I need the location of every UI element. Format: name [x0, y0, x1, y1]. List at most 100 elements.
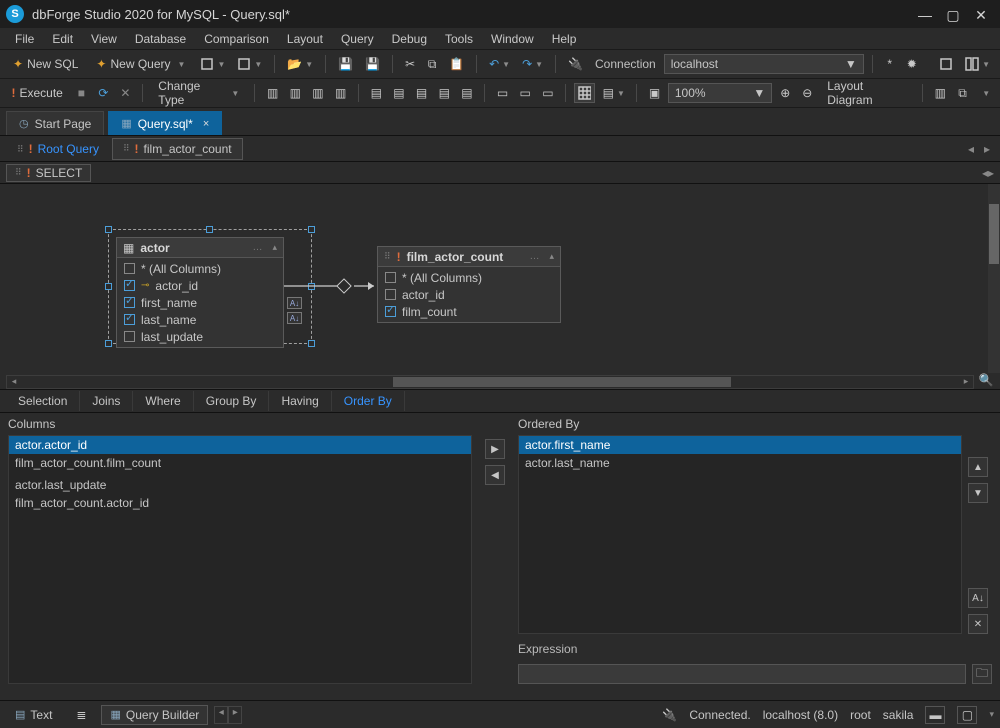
execute-button[interactable]: ! Execute [6, 83, 68, 103]
bottom-tab-selection[interactable]: Selection [6, 391, 80, 411]
tb-b3[interactable]: ▤ [412, 83, 431, 103]
toolbar-icon-2[interactable]: ▼ [233, 54, 266, 74]
tb-a3[interactable]: ▥ [309, 83, 328, 103]
tb-f3[interactable]: ▼ [976, 83, 994, 103]
copy-button[interactable]: ⧉ [423, 54, 441, 74]
move-left-button[interactable]: ◀ [485, 465, 505, 485]
new-query-button[interactable]: ✦ New Query ▼ [89, 54, 192, 74]
menu-comparison[interactable]: Comparison [195, 30, 278, 48]
tb-b4[interactable]: ▤ [435, 83, 454, 103]
column-row[interactable]: last_update [121, 328, 279, 345]
zoom-dropdown[interactable]: 100% ▼ [668, 83, 772, 103]
sort-button-2[interactable]: A↓ [287, 312, 302, 324]
tb-f2[interactable]: ⧉ [954, 83, 972, 103]
remove-button[interactable]: ✕ [968, 614, 988, 634]
expression-input[interactable] [518, 664, 966, 684]
scroll-right-icon[interactable]: ▸ [959, 376, 973, 388]
toolbar-end2[interactable]: ▼ [961, 54, 994, 74]
menu-layout[interactable]: Layout [278, 30, 332, 48]
footer-nav-left[interactable]: ◂ [214, 706, 228, 724]
refresh-button[interactable]: ⟳ [94, 83, 112, 103]
subtab-nav-left[interactable]: ◂ [964, 142, 978, 156]
checkbox-icon[interactable] [124, 280, 135, 291]
columns-item[interactable]: actor.actor_id [9, 436, 471, 454]
stop-button[interactable]: ■ [72, 83, 90, 103]
columns-item[interactable]: film_actor_count.actor_id [9, 494, 471, 512]
footer-nav-right[interactable]: ▸ [228, 706, 242, 724]
redo-button[interactable]: ↷▼ [518, 54, 547, 74]
cut-button[interactable]: ✂ [401, 54, 419, 74]
panel-button-2[interactable]: ▢ [957, 706, 977, 724]
change-type-button[interactable]: Change Type ▼ [151, 83, 246, 103]
toolbar-wand2-button[interactable]: ✹ [903, 54, 921, 74]
tb-b5[interactable]: ▤ [458, 83, 477, 103]
subtab-root-query[interactable]: ⠿ ! Root Query [6, 138, 110, 160]
layout-diagram-button[interactable]: Layout Diagram [820, 83, 914, 103]
tab-start-page[interactable]: ◷ Start Page [6, 111, 104, 135]
grid-toggle[interactable] [574, 83, 595, 103]
save-all-button[interactable]: 💾 [361, 54, 384, 74]
table-actor[interactable]: ▦ actor … ▴ * (All Columns)⊸actor_idfirs… [116, 237, 284, 348]
diagram-canvas[interactable]: ▦ actor … ▴ * (All Columns)⊸actor_idfirs… [0, 184, 1000, 389]
menu-file[interactable]: File [6, 30, 43, 48]
bottom-tab-group-by[interactable]: Group By [194, 391, 270, 411]
sort-az-button[interactable]: A↓ [968, 588, 988, 608]
cancel-button[interactable]: ✕ [116, 83, 134, 103]
panel-button-1[interactable]: ▬ [925, 706, 945, 724]
scroll-thumb[interactable] [393, 377, 731, 387]
checkbox-icon[interactable] [385, 306, 396, 317]
menu-help[interactable]: Help [543, 30, 586, 48]
canvas-scroll-horizontal[interactable]: ◂ ▸ [6, 375, 974, 389]
close-tab-icon[interactable]: × [203, 118, 209, 130]
toolbar-icon-1[interactable]: ▼ [196, 54, 229, 74]
column-row[interactable]: last_name [121, 311, 279, 328]
menu-tools[interactable]: Tools [436, 30, 482, 48]
menu-window[interactable]: Window [482, 30, 543, 48]
bottom-tab-where[interactable]: Where [133, 391, 193, 411]
split-button[interactable]: ≣ [67, 705, 95, 725]
connect-button[interactable]: 🔌 [564, 54, 587, 74]
zoom-out-button[interactable]: ⊖ [798, 83, 816, 103]
toolbar-wand-button[interactable]: * [881, 54, 899, 74]
menu-database[interactable]: Database [126, 30, 195, 48]
new-sql-button[interactable]: ✦ New SQL [6, 54, 85, 74]
checkbox-icon[interactable] [124, 314, 135, 325]
tab-query-sql[interactable]: ▦ Query.sql* × [108, 111, 222, 135]
menu-edit[interactable]: Edit [43, 30, 82, 48]
columns-item[interactable]: actor.last_update [9, 476, 471, 494]
checkbox-icon[interactable] [385, 289, 396, 300]
columns-item[interactable]: film_actor_count.film_count [9, 454, 471, 472]
toolbar-end1[interactable] [935, 54, 957, 74]
tb-c1[interactable]: ▭ [493, 83, 512, 103]
column-row[interactable]: ⊸actor_id [121, 277, 279, 294]
connection-dropdown[interactable]: localhost ▼ [664, 54, 864, 74]
subtab-film-actor-count[interactable]: ⠿ ! film_actor_count [112, 138, 243, 160]
maximize-button[interactable]: ▢ [946, 7, 960, 21]
move-down-button[interactable]: ▼ [968, 483, 988, 503]
tb-d1[interactable]: ▤▼ [599, 83, 628, 103]
subtab-nav-right[interactable]: ▸ [980, 142, 994, 156]
paste-button[interactable]: 📋 [445, 54, 468, 74]
zoom-icon[interactable]: 🔍 [978, 373, 994, 389]
chevron-down-icon[interactable]: ▾ [989, 709, 994, 720]
menu-query[interactable]: Query [332, 30, 383, 48]
view-text-button[interactable]: ▤ Text [6, 705, 61, 725]
tb-b1[interactable]: ▤ [367, 83, 386, 103]
column-row[interactable]: * (All Columns) [121, 260, 279, 277]
table-film-actor-count[interactable]: ⠿ ! film_actor_count … ▴ * (All Columns)… [377, 246, 561, 323]
tb-c3[interactable]: ▭ [539, 83, 558, 103]
column-row[interactable]: film_count [382, 303, 556, 320]
column-row[interactable]: actor_id [382, 286, 556, 303]
menu-view[interactable]: View [82, 30, 126, 48]
tb-e1[interactable]: ▣ [645, 83, 664, 103]
canvas-scroll-vertical[interactable] [988, 184, 1000, 373]
undo-button[interactable]: ↶▼ [485, 54, 514, 74]
column-row[interactable]: first_name [121, 294, 279, 311]
close-button[interactable]: ✕ [974, 7, 988, 21]
save-button[interactable]: 💾 [334, 54, 357, 74]
column-row[interactable]: * (All Columns) [382, 269, 556, 286]
bottom-tab-joins[interactable]: Joins [80, 391, 133, 411]
minimize-button[interactable]: — [918, 7, 932, 21]
orderedby-list[interactable]: actor.first_nameactor.last_name [518, 435, 962, 634]
select-chip[interactable]: ⠿ ! SELECT [6, 164, 91, 182]
